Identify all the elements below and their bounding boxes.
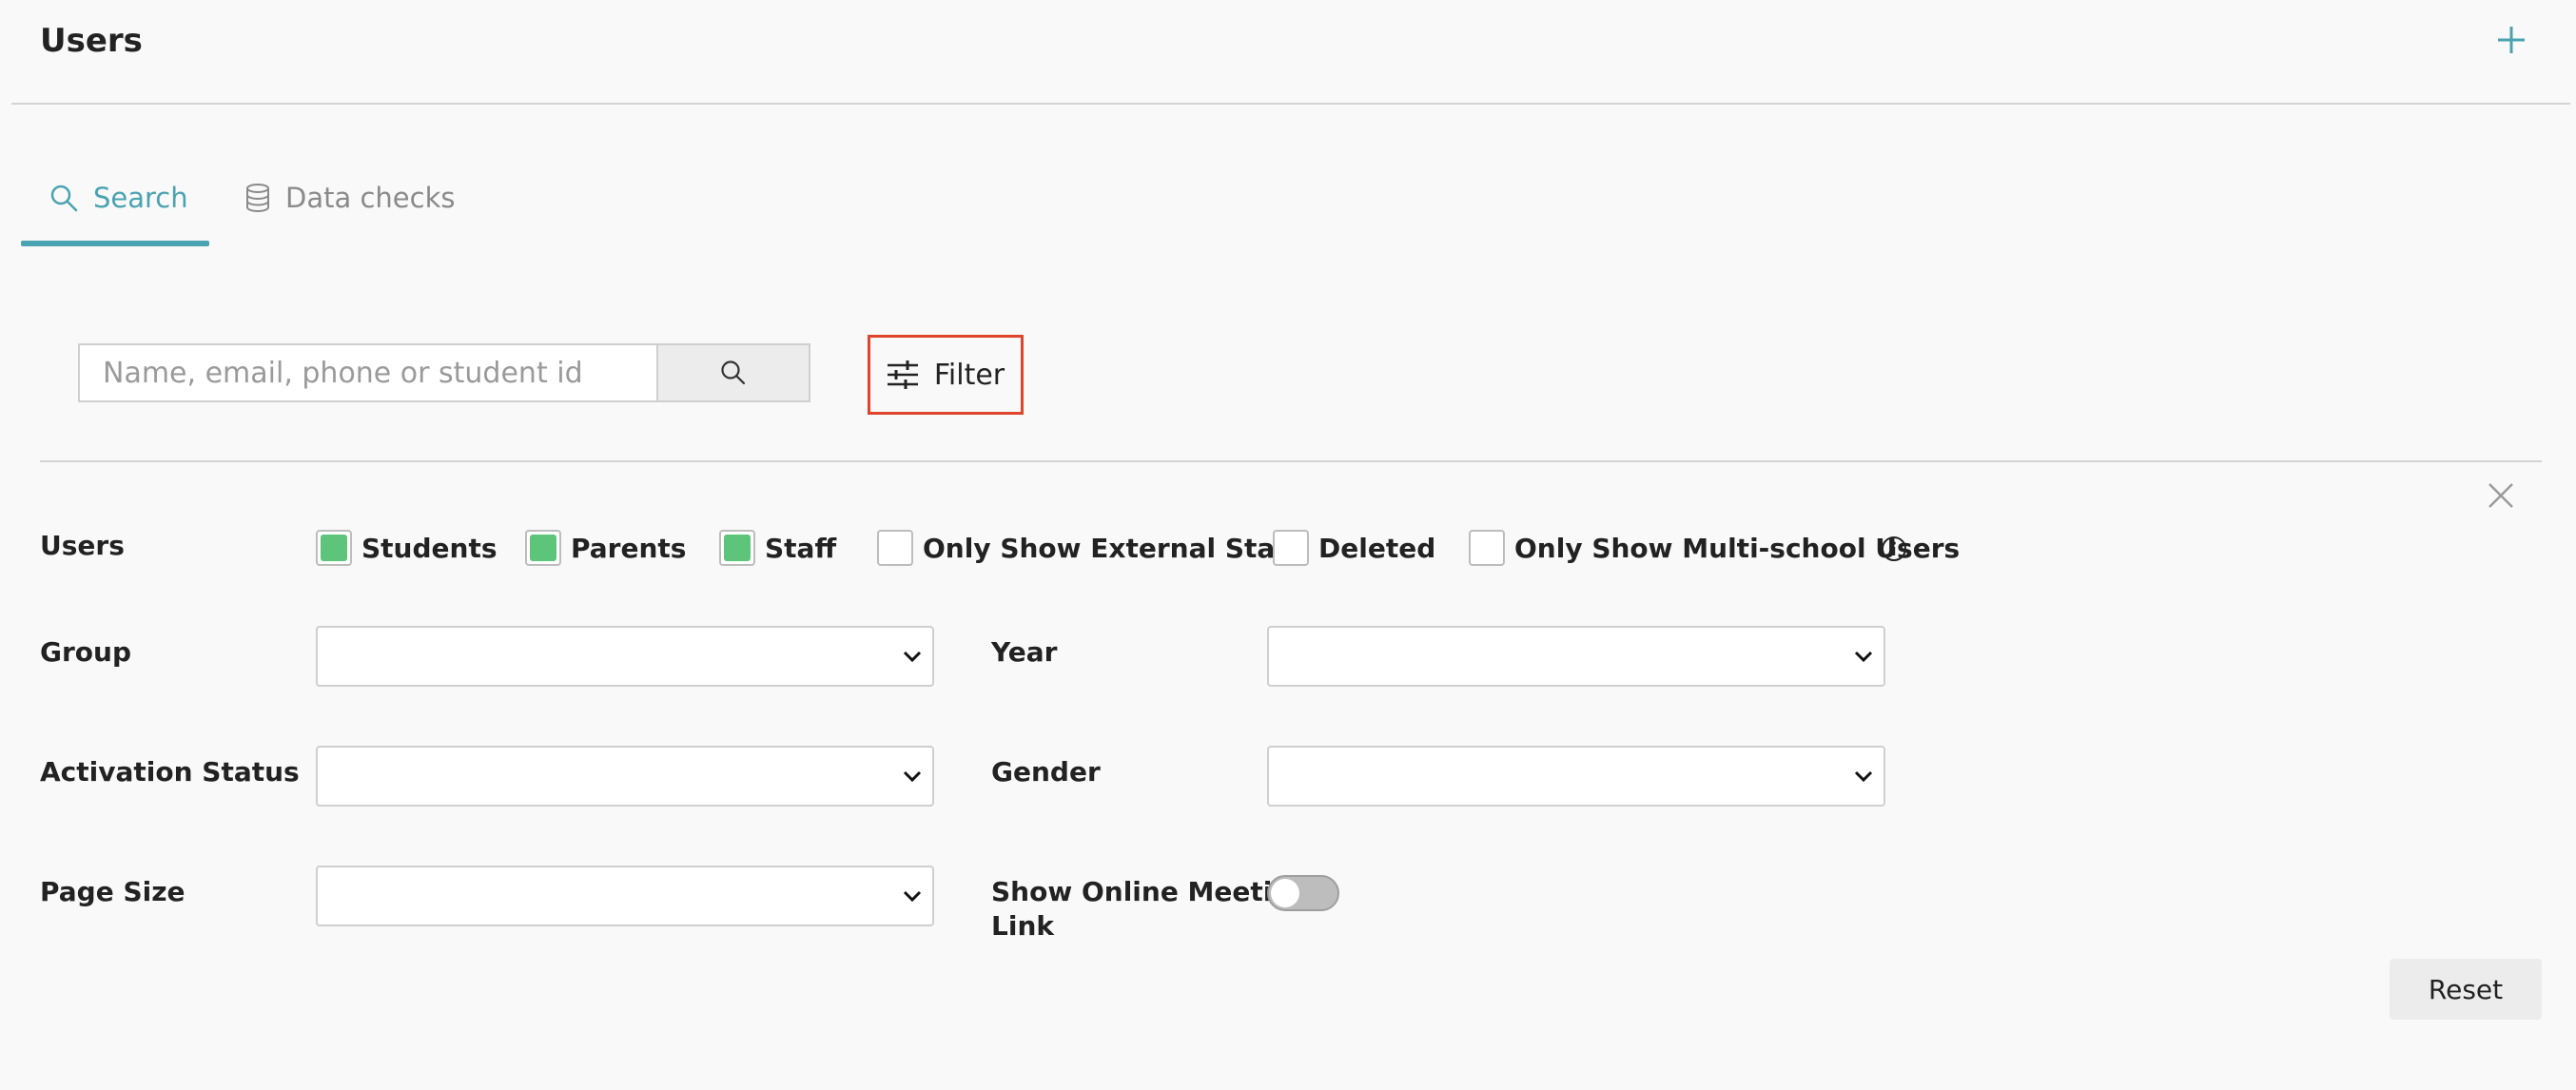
filter-button[interactable]: Filter [868,335,1024,415]
activation-status-select[interactable] [316,746,934,807]
tab-search-label: Search [93,182,188,214]
group-select[interactable] [316,626,934,687]
database-icon [246,184,269,212]
checkbox-deleted[interactable]: Deleted [1273,529,1435,567]
close-icon [2488,483,2513,508]
checkbox-label: Only Show External Staff [923,532,1297,564]
online-meeting-label: Show Online Meeting Link [991,875,1310,944]
filter-divider [40,460,2542,462]
sliders-icon [887,360,918,389]
gender-select[interactable] [1267,746,1885,807]
search-icon [721,360,746,385]
year-select[interactable] [1267,626,1885,687]
checkbox-only-external-staff[interactable]: Only Show External Staff [877,529,1297,567]
filter-button-label: Filter [933,358,1005,392]
reset-button[interactable]: Reset [2390,959,2542,1020]
search-button[interactable] [658,343,810,402]
toggle-knob [1271,879,1299,907]
search-input[interactable] [78,343,658,402]
online-meeting-label-line2: Link [991,910,1054,942]
info-icon[interactable] [1880,535,1908,563]
year-label: Year [991,636,1058,668]
group-label: Group [40,636,132,668]
chevron-down-icon [903,770,922,783]
online-meeting-label-line1: Show Online Meeting [991,876,1311,907]
checkbox-label: Parents [571,532,687,564]
checkbox-label: Deleted [1318,532,1436,564]
checkbox-parents[interactable]: Parents [525,529,686,567]
checkbox-box[interactable] [1469,530,1505,566]
checkbox-label: Students [361,532,498,564]
checkbox-label: Staff [765,532,837,564]
add-user-button[interactable] [2488,17,2534,63]
checkbox-students[interactable]: Students [316,529,498,567]
checkbox-box[interactable] [525,530,561,566]
chevron-down-icon [903,651,922,663]
checkbox-box[interactable] [877,530,913,566]
active-tab-indicator [21,241,209,246]
users-filter-label: Users [40,530,125,561]
activation-status-label: Activation Status [40,756,300,788]
online-meeting-toggle[interactable] [1267,875,1339,911]
search-icon [50,185,78,212]
checkbox-staff[interactable]: Staff [719,529,836,567]
header-divider [11,103,2570,105]
plus-icon [2498,27,2525,53]
checkbox-box[interactable] [316,530,352,566]
page-size-label: Page Size [40,876,185,907]
tab-search[interactable]: Search [49,171,188,224]
close-filter-button[interactable] [2481,476,2521,516]
gender-label: Gender [991,756,1101,788]
checkbox-box[interactable] [719,530,755,566]
page-size-select[interactable] [316,866,934,926]
tab-data-checks-label: Data checks [285,182,456,214]
tab-data-checks[interactable]: Data checks [245,171,455,224]
checkbox-box[interactable] [1273,530,1309,566]
chevron-down-icon [903,890,922,903]
chevron-down-icon [1854,651,1873,663]
page-title: Users [40,22,143,60]
chevron-down-icon [1854,770,1873,783]
